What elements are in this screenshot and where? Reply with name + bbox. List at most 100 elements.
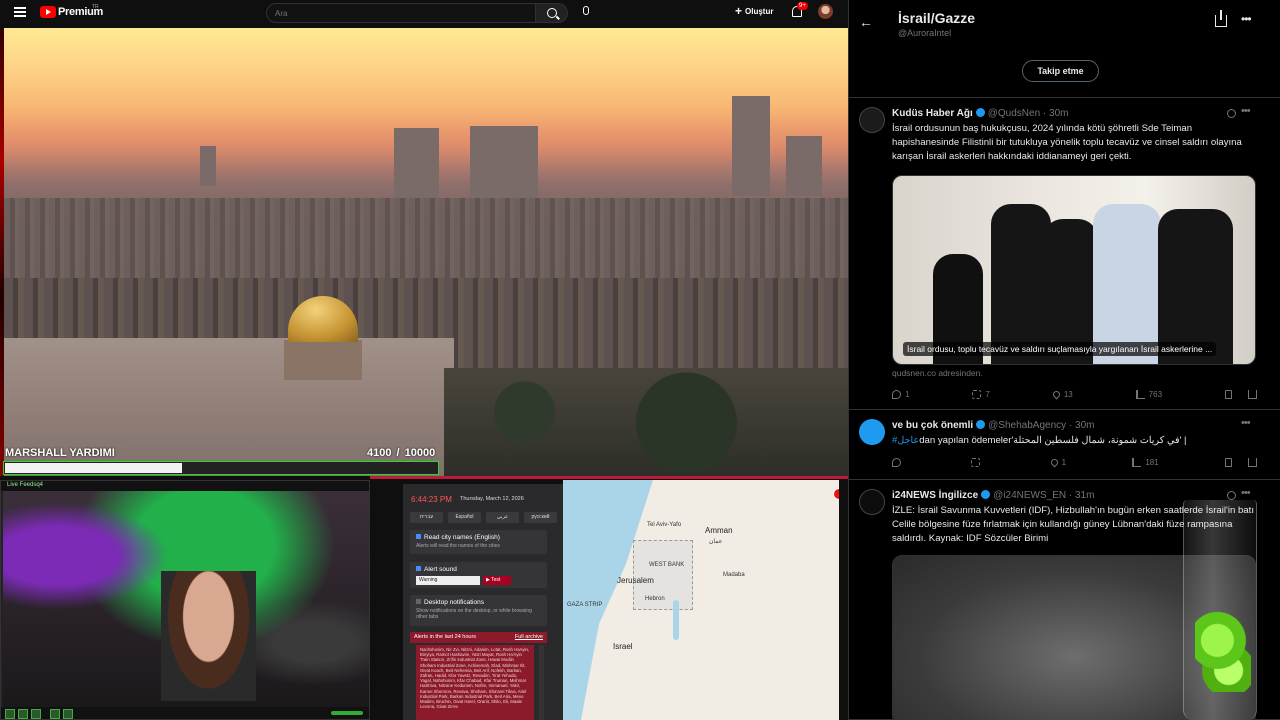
reply-button[interactable] <box>892 458 905 467</box>
tweet-text-rest: dan yapılan ödemeler'في كريات شمونة، شما… <box>919 435 1187 446</box>
repost-button[interactable] <box>971 458 984 467</box>
share-icon[interactable] <box>1248 458 1257 467</box>
tweet[interactable]: ve bu çok önemli @ShehabAgency · 30m ••• … <box>849 411 1280 480</box>
views-button[interactable]: 181 <box>1132 458 1159 467</box>
link-source[interactable]: qudsnen.co adresinden. <box>892 368 983 378</box>
plus-icon: + <box>735 4 743 18</box>
like-button[interactable]: 1 <box>1049 457 1067 468</box>
bookmark-icon[interactable] <box>1225 458 1232 467</box>
back-arrow-icon[interactable]: ← <box>859 15 873 29</box>
hamburger-menu-icon[interactable] <box>14 7 26 17</box>
author-display-name[interactable]: Kudüs Haber Ağı <box>892 108 973 119</box>
search-button[interactable] <box>536 3 568 23</box>
reply-count: 1 <box>905 390 910 399</box>
view-count: 763 <box>1148 390 1163 399</box>
sound-select[interactable]: Warning <box>416 576 480 585</box>
repost-button[interactable]: 7 <box>972 390 990 399</box>
alerts-list[interactable]: Nachshonim, Nir Zvi, Nitzni, Adanim, Lot… <box>416 645 534 720</box>
reply-icon <box>892 390 901 399</box>
webcam-window[interactable]: Live Feedsq4 <box>0 480 370 720</box>
map-label: Tel Aviv-Yafo <box>647 522 682 528</box>
prev-icon[interactable] <box>50 709 60 719</box>
checkbox-unchecked-icon[interactable] <box>416 599 421 604</box>
checkbox-checked-icon[interactable] <box>416 534 421 539</box>
lang-russian-button[interactable]: русский <box>524 512 557 523</box>
pause-icon[interactable] <box>18 709 28 719</box>
person-figure <box>1158 209 1233 364</box>
bookmark-share-group <box>1225 458 1257 467</box>
lang-spanish-button[interactable]: Español <box>448 512 481 523</box>
views-icon <box>1132 458 1142 467</box>
live-video-player[interactable] <box>4 28 848 476</box>
author-display-name[interactable]: i24NEWS İngilizce <box>892 490 978 501</box>
reply-button[interactable]: 1 <box>892 390 909 399</box>
avatar[interactable] <box>859 419 885 445</box>
repost-count: 7 <box>985 390 990 399</box>
youtube-logo-icon[interactable] <box>40 6 56 18</box>
grok-icon[interactable] <box>1227 109 1236 118</box>
alerts-scrollbar[interactable] <box>539 645 544 720</box>
donation-goal-count: 4100 / 10000 <box>367 447 436 459</box>
dome-base <box>284 340 362 380</box>
overlay-sticker <box>1195 606 1251 692</box>
lang-hebrew-button[interactable]: עברית <box>410 512 443 523</box>
repost-icon <box>972 390 982 399</box>
alert-marker[interactable] <box>833 488 839 500</box>
overlay-divider <box>370 476 848 479</box>
like-count: 1 <box>1061 458 1067 467</box>
author-handle-time: @i24NEWS_EN · 31m <box>993 490 1095 501</box>
bookmark-icon[interactable] <box>1224 390 1232 399</box>
checkbox-checked-icon[interactable] <box>416 566 421 571</box>
like-button[interactable]: 13 <box>1051 389 1073 400</box>
search-input[interactable] <box>266 3 536 23</box>
author-name[interactable]: Kudüs Haber Ağı @QudsNen · 30m <box>892 108 1069 119</box>
author-display-name[interactable]: ve bu çok önemli <box>892 420 973 431</box>
streamer <box>161 571 256 701</box>
list-owner-handle[interactable]: @AuroraIntel <box>898 28 951 38</box>
tweet-image[interactable]: İsrail ordusu, toplu tecavüz ve saldırı … <box>892 175 1256 365</box>
tweet-more-icon[interactable]: ••• <box>1241 417 1251 429</box>
share-icon[interactable] <box>1215 10 1227 27</box>
grok-icon[interactable] <box>1227 491 1236 500</box>
tweet-text: #عاجلdan yapılan ödemeler'في كريات شمونة… <box>892 434 1257 448</box>
create-button[interactable]: + Oluştur <box>735 4 773 18</box>
eject-icon[interactable] <box>31 709 41 719</box>
play-icon[interactable] <box>5 709 15 719</box>
lang-arabic-button[interactable]: عربي <box>486 512 519 523</box>
repost-icon <box>971 458 981 467</box>
unfollow-button[interactable]: Takip etme <box>1022 60 1099 82</box>
setting-desktop-notifications[interactable]: Desktop notifications Show notifications… <box>410 595 547 626</box>
list-header: ← İsrail/Gazze @AuroraIntel ••• Takip et… <box>849 0 1280 98</box>
setting-read-city-names[interactable]: Read city names (English) Alerts will re… <box>410 530 547 554</box>
author-name[interactable]: i24NEWS İngilizce @i24NEWS_EN · 31m <box>892 490 1094 501</box>
test-sound-button[interactable]: ▶ Test <box>483 576 511 585</box>
full-archive-link[interactable]: Full archive <box>515 634 543 641</box>
map-label: Amman <box>705 526 733 535</box>
avatar[interactable] <box>859 107 885 133</box>
building <box>786 136 822 196</box>
map-label: WEST BANK <box>649 562 685 568</box>
next-icon[interactable] <box>63 709 73 719</box>
person-figure <box>991 204 1051 364</box>
tweet-more-icon[interactable]: ••• <box>1241 105 1251 117</box>
volume-slider[interactable] <box>331 711 363 715</box>
youtube-header: Premium TR + Oluştur 9+ <box>0 0 848 26</box>
tweet-more-icon[interactable]: ••• <box>1241 487 1251 499</box>
microphone-icon[interactable] <box>583 6 589 15</box>
tweet[interactable]: Kudüs Haber Ağı @QudsNen · 30m ••• İsrail… <box>849 99 1280 410</box>
person-figure <box>1093 204 1161 364</box>
donation-progress-fill <box>5 463 183 473</box>
account-avatar[interactable] <box>818 4 833 19</box>
setting-title: Alert sound <box>424 566 457 573</box>
alert-map[interactable]: Tel Aviv-Yafo Amman WEST BANK Jerusalem … <box>563 480 839 720</box>
views-button[interactable]: 763 <box>1135 390 1163 399</box>
avatar[interactable] <box>859 489 885 515</box>
more-options-icon[interactable]: ••• <box>1241 12 1252 26</box>
hashtag-link[interactable]: #عاجل <box>892 435 919 446</box>
share-icon[interactable] <box>1247 390 1257 399</box>
verified-badge-icon <box>975 108 985 117</box>
author-handle-time: @ShehabAgency · 30m <box>988 420 1095 431</box>
author-name[interactable]: ve bu çok önemli @ShehabAgency · 30m <box>892 420 1094 431</box>
setting-alert-sound[interactable]: Alert sound Warning ▶ Test <box>410 562 547 588</box>
notification-count-badge: 9+ <box>797 2 808 10</box>
